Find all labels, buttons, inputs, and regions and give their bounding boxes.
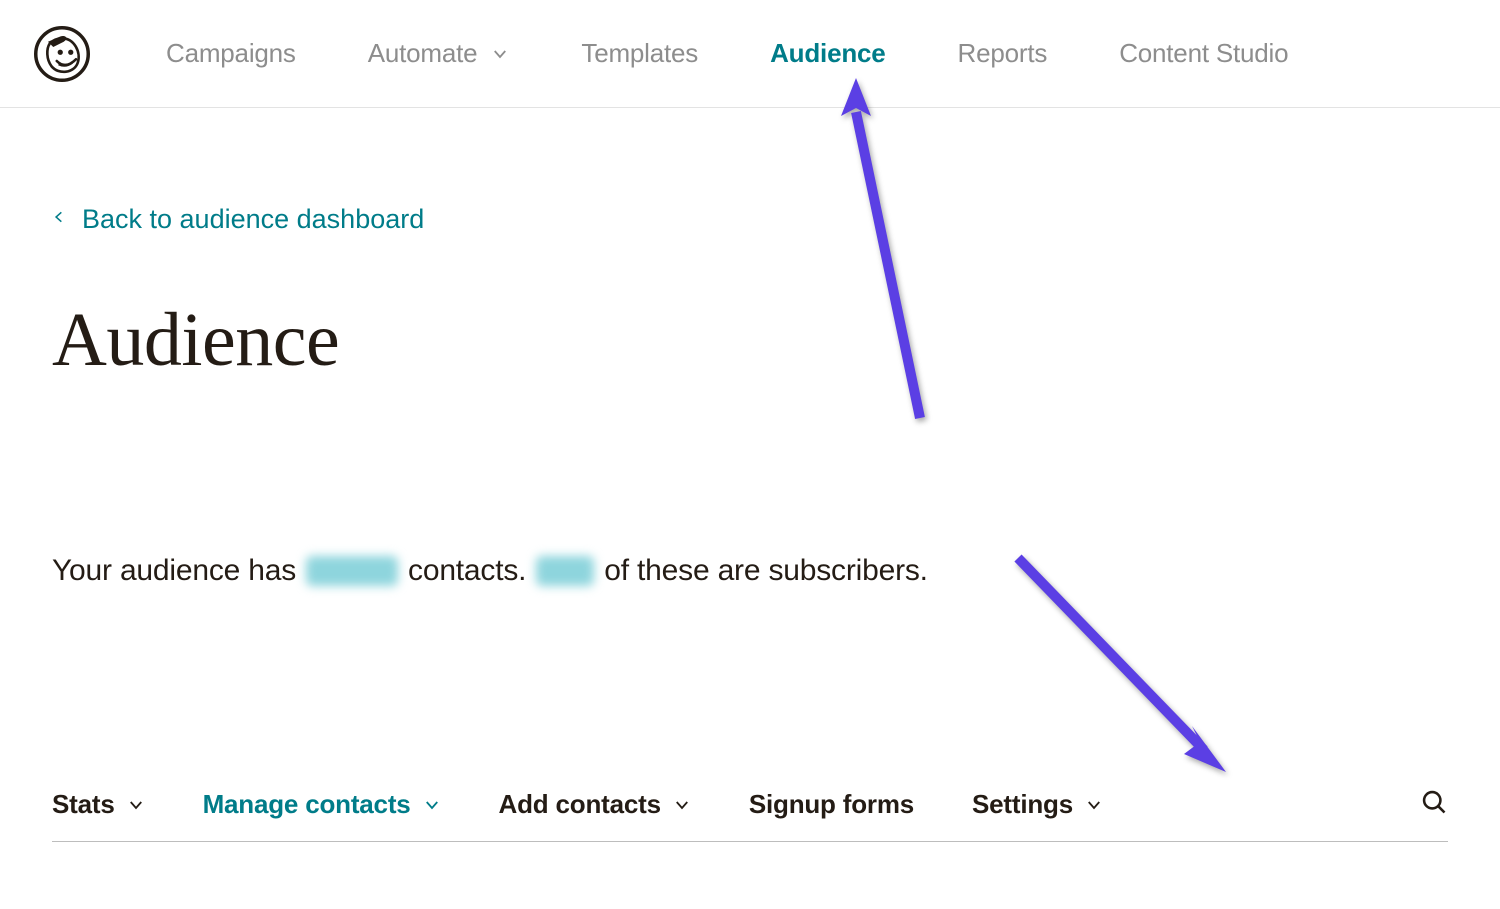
nav-automate[interactable]: Automate: [368, 38, 510, 69]
sub-signup-forms-label: Signup forms: [749, 789, 914, 820]
counts-prefix: Your audience has: [52, 554, 296, 588]
nav-content-studio[interactable]: Content Studio: [1119, 38, 1288, 69]
nav-automate-label: Automate: [368, 38, 478, 69]
sub-add-contacts[interactable]: Add contacts: [499, 789, 691, 820]
chevron-down-icon: [1085, 796, 1103, 814]
main-content: Back to audience dashboard Audience Your…: [0, 108, 1500, 842]
contacts-count-redacted: [306, 556, 398, 586]
counts-mid1: contacts.: [408, 554, 526, 588]
sub-add-contacts-label: Add contacts: [499, 789, 661, 820]
subscribers-count-redacted: [536, 556, 594, 586]
chevron-left-icon: [52, 204, 66, 235]
page-title: Audience: [52, 297, 1448, 384]
audience-toolbar: Stats Manage contacts Add contacts Signu…: [52, 788, 1448, 842]
nav-templates[interactable]: Templates: [581, 38, 698, 69]
sub-stats[interactable]: Stats: [52, 789, 145, 820]
chevron-down-icon: [673, 796, 691, 814]
chevron-down-icon: [423, 796, 441, 814]
nav-reports[interactable]: Reports: [958, 38, 1048, 69]
sub-settings-label: Settings: [972, 789, 1073, 820]
chevron-down-icon: [127, 796, 145, 814]
audience-counts-line: Your audience has contacts. of these are…: [52, 554, 1448, 588]
sub-settings[interactable]: Settings: [972, 789, 1103, 820]
counts-suffix: of these are subscribers.: [604, 554, 928, 588]
nav-audience[interactable]: Audience: [770, 38, 885, 69]
search-button[interactable]: [1420, 788, 1448, 821]
sub-manage-contacts[interactable]: Manage contacts: [203, 789, 441, 820]
sub-signup-forms[interactable]: Signup forms: [749, 789, 914, 820]
search-icon: [1420, 788, 1448, 821]
backlink-label: Back to audience dashboard: [82, 204, 424, 235]
top-nav: Campaigns Automate Templates Audience Re…: [0, 0, 1500, 108]
nav-items: Campaigns Automate Templates Audience Re…: [166, 38, 1288, 69]
chevron-down-icon: [491, 45, 509, 63]
mailchimp-logo[interactable]: [34, 26, 90, 82]
nav-campaigns[interactable]: Campaigns: [166, 38, 296, 69]
sub-stats-label: Stats: [52, 789, 115, 820]
sub-manage-contacts-label: Manage contacts: [203, 789, 411, 820]
back-to-dashboard-link[interactable]: Back to audience dashboard: [52, 204, 424, 235]
